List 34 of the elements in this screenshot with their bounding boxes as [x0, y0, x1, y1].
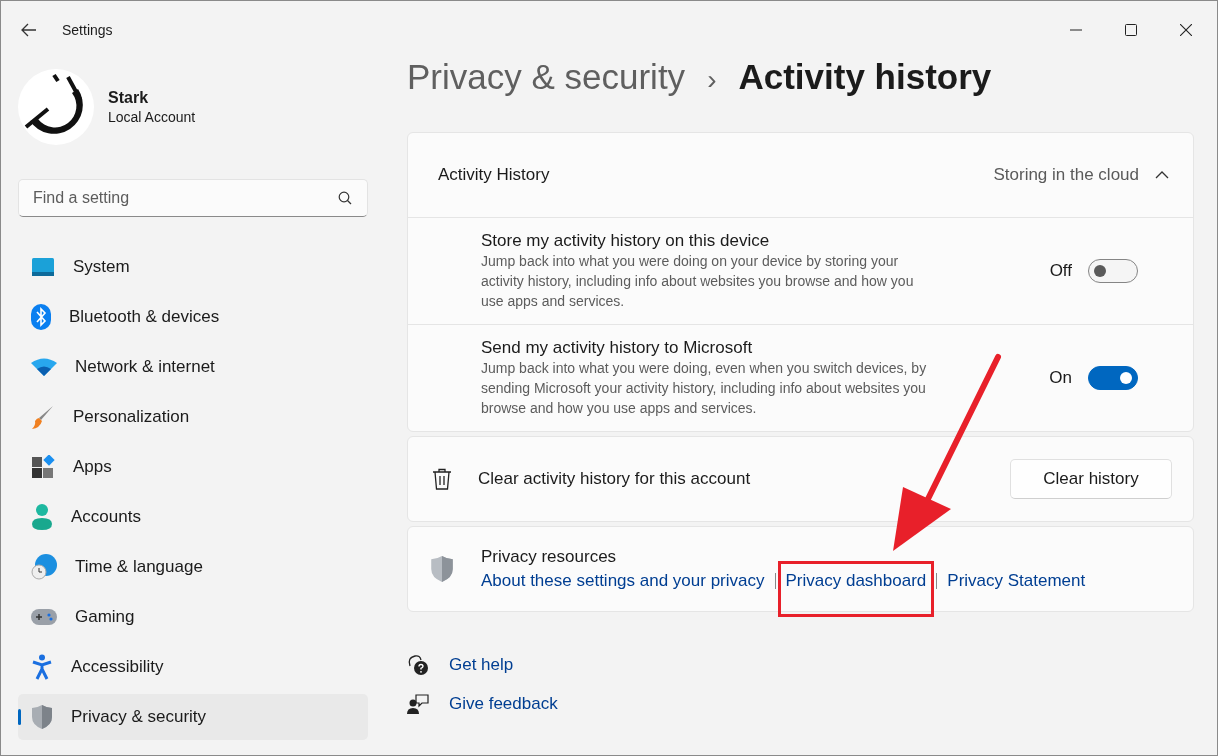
- sidebar-item[interactable]: Accessibility: [18, 644, 368, 690]
- window-title: Settings: [62, 22, 113, 38]
- setting-description: Jump back into what you were doing, even when you switch devices, by sending Microsoft your activity history, including info about websites you browse and how you use apps and services.: [481, 359, 928, 418]
- help-link[interactable]: Get help: [449, 655, 514, 675]
- link[interactable]: Privacy dashboard: [785, 571, 927, 591]
- setting-description: Jump back into what you were doing on your device by storing your activity history, including info about websites you browse and how you use apps and services.: [481, 252, 915, 311]
- account-type: Local Account: [108, 109, 196, 125]
- breadcrumb-separator: ›: [707, 64, 717, 96]
- sidebar-item[interactable]: System: [18, 244, 368, 290]
- toggle-state-label: Off: [1049, 261, 1072, 281]
- setting-title: Send my activity history to Microsoft: [481, 338, 754, 358]
- clear-history-label: Clear activity history for this account: [478, 469, 751, 489]
- resources-title: Privacy resources: [481, 547, 618, 567]
- sidebar-item[interactable]: Time & language: [18, 544, 368, 590]
- toggle-state-label: On: [1049, 368, 1072, 388]
- sidebar-item[interactable]: Bluetooth & devices: [18, 294, 368, 340]
- sidebar-item[interactable]: Accounts: [18, 494, 368, 540]
- setting-title: Store my activity history on this device: [481, 231, 771, 251]
- sidebar-item[interactable]: Network & internet: [18, 344, 368, 390]
- link[interactable]: Privacy Statement: [947, 571, 1086, 591]
- clear-history-button[interactable]: Clear history: [1010, 459, 1172, 499]
- sidebar-item[interactable]: Personalization: [18, 394, 368, 440]
- user-name: Stark: [108, 89, 150, 107]
- sidebar-item[interactable]: Privacy & security: [18, 694, 368, 740]
- link[interactable]: About these settings and your privacy: [481, 571, 765, 591]
- sidebar-item[interactable]: Apps: [18, 444, 368, 490]
- section-title: Activity History: [438, 165, 550, 185]
- help-link[interactable]: Give feedback: [449, 694, 558, 714]
- page-title: Activity history: [738, 57, 992, 97]
- search-field[interactable]: Find a setting: [18, 179, 368, 217]
- expander-header[interactable]: Activity History Storing in the cloud: [408, 133, 1193, 217]
- status-text: Storing in the cloud: [993, 165, 1139, 185]
- sidebar-item[interactable]: Gaming: [18, 594, 368, 640]
- breadcrumb-parent[interactable]: Privacy & security: [407, 57, 686, 97]
